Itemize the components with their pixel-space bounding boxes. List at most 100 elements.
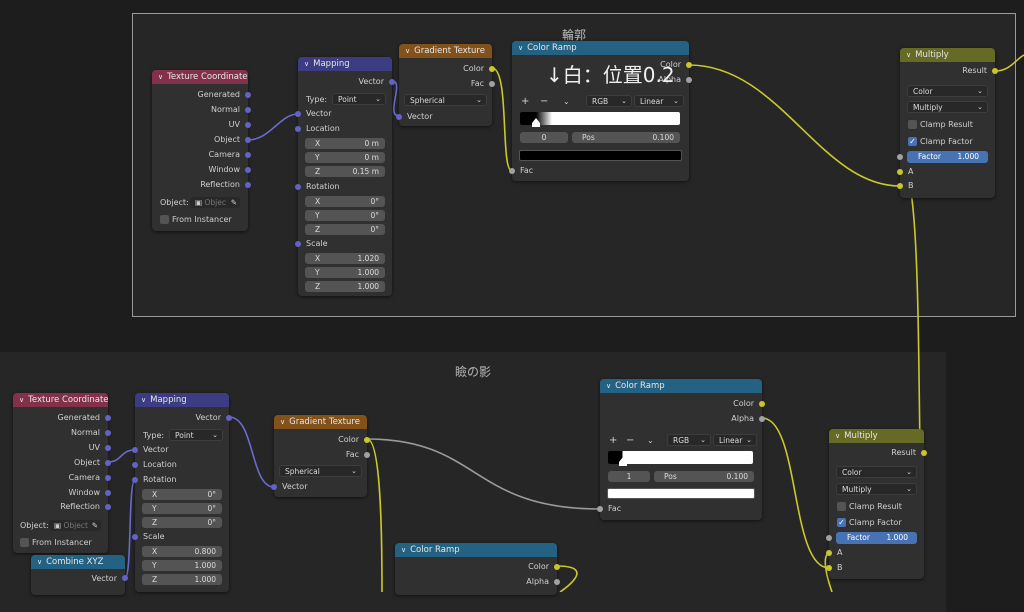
chevron-down-icon[interactable]: ∨: [518, 41, 523, 55]
node-mapping[interactable]: ∨ Mapping Vector Type: Point ⌄ Vector Loca…: [295, 57, 395, 296]
chevron-down-icon[interactable]: ∨: [304, 57, 309, 71]
socket-uv[interactable]: [245, 122, 251, 128]
from-instancer-checkbox[interactable]: [20, 538, 29, 547]
node-header[interactable]: ∨ Gradient Texture: [274, 415, 367, 429]
type-dropdown[interactable]: Point ⌄: [169, 429, 223, 441]
node-header[interactable]: ∨ Multiply: [900, 48, 995, 62]
socket-normal[interactable]: [245, 107, 251, 113]
gradient-type-dropdown[interactable]: Spherical ⌄: [279, 465, 362, 477]
node-texture-coordinate-2[interactable]: ∨ Texture Coordinate Generated Normal UV …: [13, 393, 111, 553]
socket-scale[interactable]: [132, 534, 138, 540]
socket-b[interactable]: [826, 565, 832, 571]
color-mode-dropdown[interactable]: RGB ⌄: [586, 95, 632, 107]
rotation-x-field[interactable]: X 0°: [142, 489, 222, 500]
location-z-field[interactable]: Z 0.15 m: [305, 166, 385, 177]
object-picker[interactable]: ▣ Object ✎: [49, 520, 101, 531]
chevron-down-icon[interactable]: ∨: [835, 429, 840, 443]
chevron-down-icon[interactable]: ∨: [37, 555, 42, 569]
stop-pos-field[interactable]: Pos 0.100: [654, 471, 754, 482]
socket-b[interactable]: [897, 183, 903, 189]
socket-camera[interactable]: [105, 475, 111, 481]
socket-reflection[interactable]: [245, 182, 251, 188]
socket-a[interactable]: [897, 169, 903, 175]
color-ramp-gradient-bar[interactable]: [608, 451, 753, 464]
chevron-down-icon[interactable]: ∨: [19, 393, 24, 407]
chevron-down-icon[interactable]: ∨: [401, 543, 406, 557]
socket-out-color[interactable]: [364, 437, 370, 443]
socket-in-vector[interactable]: [271, 484, 277, 490]
socket-out-alpha[interactable]: [554, 579, 560, 585]
node-header[interactable]: ∨ Multiply: [829, 429, 924, 443]
remove-stop-button[interactable]: −: [540, 96, 548, 107]
rotation-y-field[interactable]: Y 0°: [305, 210, 385, 221]
socket-uv[interactable]: [105, 445, 111, 451]
node-header[interactable]: ∨ Color Ramp: [512, 41, 689, 55]
socket-out-fac[interactable]: [489, 81, 495, 87]
data-type-dropdown[interactable]: Color ⌄: [907, 85, 988, 97]
node-header[interactable]: ∨ Gradient Texture: [399, 44, 492, 58]
chevron-down-icon[interactable]: ∨: [606, 379, 611, 393]
rotation-z-field[interactable]: Z 0°: [142, 517, 222, 528]
chevron-down-icon[interactable]: ∨: [405, 44, 410, 58]
stop-index-field[interactable]: 0: [520, 132, 568, 143]
socket-factor[interactable]: [826, 535, 832, 541]
socket-out-vector[interactable]: [389, 79, 395, 85]
clamp-factor-checkbox[interactable]: ✓: [837, 518, 846, 527]
stop-color-swatch[interactable]: [607, 488, 755, 499]
node-gradient-texture[interactable]: ∨ Gradient Texture Color Fac Spherical ⌄ V…: [396, 44, 495, 126]
socket-out-fac[interactable]: [364, 452, 370, 458]
socket-location[interactable]: [295, 126, 301, 132]
color-mode-dropdown[interactable]: RGB ⌄: [667, 434, 711, 446]
socket-out-result[interactable]: [992, 68, 998, 74]
node-header[interactable]: ∨ Texture Coordinate: [13, 393, 108, 407]
socket-out-result[interactable]: [921, 450, 927, 456]
chevron-down-icon[interactable]: ∨: [280, 415, 285, 429]
location-x-field[interactable]: X0 m: [305, 138, 385, 149]
add-stop-button[interactable]: +: [609, 435, 617, 446]
node-multiply[interactable]: ∨ Multiply Result Color ⌄ Multiply ⌄ Clamp …: [897, 48, 998, 198]
socket-generated[interactable]: [245, 92, 251, 98]
socket-rotation[interactable]: [295, 184, 301, 190]
chevron-down-icon[interactable]: ∨: [906, 48, 911, 62]
socket-out-alpha[interactable]: [686, 77, 692, 83]
node-multiply-2[interactable]: ∨ Multiply Result Color ⌄ Multiply ⌄ Clamp …: [826, 429, 927, 579]
from-instancer-checkbox[interactable]: [160, 215, 169, 224]
socket-generated[interactable]: [105, 415, 111, 421]
remove-stop-button[interactable]: −: [626, 435, 634, 446]
ramp-menu-chevron-icon[interactable]: ⌄: [647, 435, 654, 446]
interpolation-dropdown[interactable]: Linear ⌄: [634, 95, 684, 107]
chevron-down-icon[interactable]: ∨: [141, 393, 146, 407]
socket-in-vector[interactable]: [132, 447, 138, 453]
socket-a[interactable]: [826, 550, 832, 556]
socket-reflection[interactable]: [105, 504, 111, 510]
node-mapping-2[interactable]: ∨ Mapping Vector Type: Point ⌄ Vector Loca…: [132, 393, 232, 592]
socket-out-vector[interactable]: [226, 415, 232, 421]
scale-z-field[interactable]: Z 1.000: [142, 574, 222, 585]
node-color-ramp-3[interactable]: ∨ Color Ramp Color Alpha: [395, 543, 560, 595]
socket-normal[interactable]: [105, 430, 111, 436]
stop-color-swatch[interactable]: [519, 150, 682, 161]
clamp-factor-checkbox[interactable]: ✓: [908, 137, 917, 146]
node-header[interactable]: ∨ Color Ramp: [395, 543, 557, 557]
data-type-dropdown[interactable]: Color ⌄: [836, 466, 917, 478]
interpolation-dropdown[interactable]: Linear ⌄: [713, 434, 757, 446]
type-dropdown[interactable]: Point ⌄: [332, 93, 386, 105]
clamp-result-checkbox[interactable]: [837, 502, 846, 511]
socket-out-alpha[interactable]: [759, 416, 765, 422]
stop-pos-field[interactable]: Pos 0.100: [572, 132, 680, 143]
node-header[interactable]: ∨ Texture Coordinate: [152, 70, 248, 84]
gradient-type-dropdown[interactable]: Spherical ⌄: [404, 94, 487, 106]
node-combine-xyz[interactable]: ∨ Combine XYZ Vector: [31, 555, 128, 595]
location-y-field[interactable]: Y0 m: [305, 152, 385, 163]
rotation-z-field[interactable]: Z 0°: [305, 224, 385, 235]
socket-out-vector[interactable]: [122, 575, 128, 581]
factor-slider[interactable]: Factor 1.000: [836, 532, 917, 544]
node-header[interactable]: ∨ Combine XYZ: [31, 555, 125, 569]
scale-z-field[interactable]: Z 1.000: [305, 281, 385, 292]
scale-y-field[interactable]: Y 1.000: [305, 267, 385, 278]
chevron-down-icon[interactable]: ∨: [158, 70, 163, 84]
node-gradient-texture-2[interactable]: ∨ Gradient Texture Color Fac Spherical ⌄ V…: [271, 415, 370, 497]
socket-in-fac[interactable]: [509, 168, 515, 174]
node-header[interactable]: ∨ Color Ramp: [600, 379, 762, 393]
blend-mode-dropdown[interactable]: Multiply ⌄: [907, 101, 988, 113]
